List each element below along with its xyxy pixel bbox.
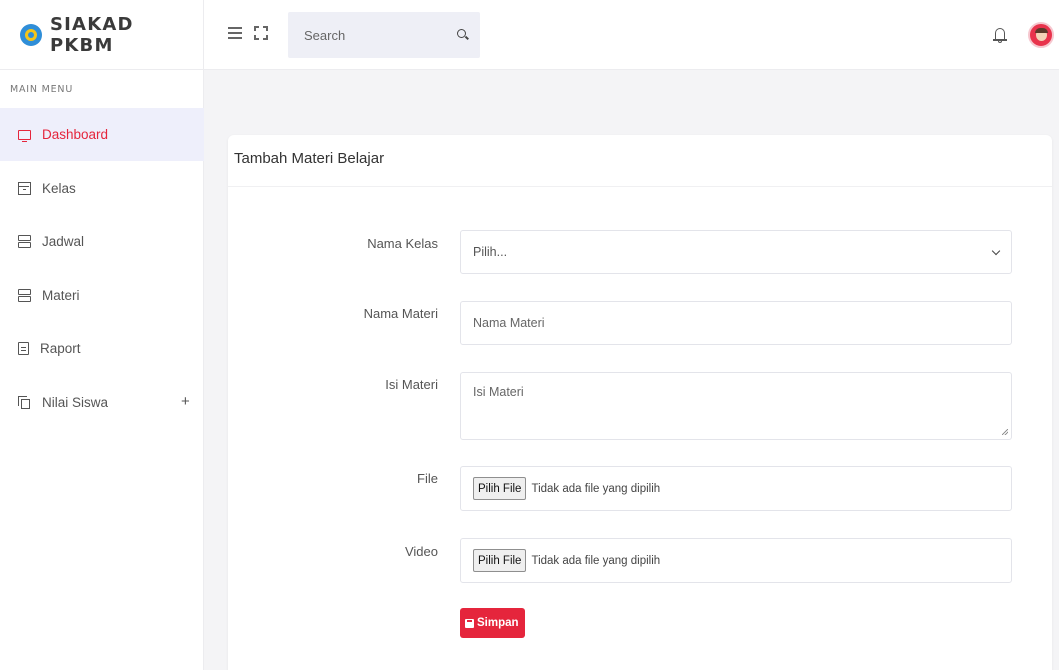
file-status: Tidak ada file yang dipilih — [531, 482, 661, 495]
nama-kelas-select[interactable]: Pilih... — [460, 230, 1012, 274]
sidebar-item-nilai-siswa[interactable]: Nilai Siswa + — [0, 376, 204, 429]
expand-icon[interactable]: + — [181, 393, 190, 410]
menu-caption: MAIN MENU — [10, 84, 74, 95]
sidebar-item-label: Materi — [42, 288, 80, 303]
nama-materi-field — [460, 301, 1012, 345]
search-icon[interactable] — [457, 29, 466, 38]
brand[interactable]: SIAKAD PKBM — [0, 0, 204, 70]
nama-kelas-label: Nama Kelas — [367, 236, 438, 251]
avatar[interactable] — [1028, 22, 1054, 48]
card-header: Tambah Materi Belajar — [228, 135, 1052, 187]
sidebar-item-label: Nilai Siswa — [42, 395, 109, 410]
sidebar-item-jadwal[interactable]: Jadwal — [0, 215, 204, 268]
nama-materi-label: Nama Materi — [363, 306, 438, 321]
archive-icon — [18, 182, 31, 195]
sidebar-item-label: Dashboard — [42, 127, 109, 142]
server-icon — [18, 235, 31, 248]
server-icon — [18, 289, 31, 302]
isi-materi-textarea[interactable] — [473, 385, 1011, 439]
file-input: Pilih File Tidak ada file yang dipilih — [460, 466, 1012, 511]
save-icon — [465, 618, 474, 628]
sidebar-item-raport[interactable]: Raport — [0, 322, 204, 375]
menu-icon[interactable] — [228, 27, 242, 39]
video-choose-button[interactable]: Pilih File — [473, 549, 527, 572]
isi-materi-field — [460, 372, 1012, 440]
sidebar-item-materi[interactable]: Materi — [0, 269, 204, 322]
copy-icon — [18, 396, 31, 409]
logo-icon — [20, 24, 42, 46]
search-input[interactable] — [288, 12, 448, 58]
brand-name: SIAKAD PKBM — [50, 14, 134, 56]
sidebar-item-label: Kelas — [42, 181, 76, 196]
sidebar-item-dashboard[interactable]: Dashboard — [0, 108, 204, 161]
monitor-icon — [18, 129, 31, 142]
video-status: Tidak ada file yang dipilih — [531, 554, 661, 567]
sidebar-item-label: Jadwal — [42, 234, 85, 249]
page-title: Tambah Materi Belajar — [234, 150, 385, 167]
nama-kelas-selected: Pilih... — [473, 245, 508, 259]
sidebar-item-kelas[interactable]: Kelas — [0, 162, 204, 215]
isi-materi-label: Isi Materi — [385, 377, 438, 392]
video-label: Video — [404, 544, 438, 559]
save-label: Simpan — [477, 617, 519, 629]
bell-icon[interactable] — [993, 26, 1007, 46]
top-header: SIAKAD PKBM — [0, 0, 1059, 70]
sidebar-item-label: Raport — [40, 341, 81, 356]
fullscreen-icon[interactable] — [254, 26, 268, 40]
form-card: Tambah Materi Belajar Nama Kelas Pilih..… — [228, 135, 1052, 670]
file-choose-button[interactable]: Pilih File — [473, 477, 527, 500]
save-button[interactable]: Simpan — [460, 608, 525, 638]
chevron-down-icon — [991, 246, 1001, 256]
video-input: Pilih File Tidak ada file yang dipilih — [460, 538, 1012, 583]
resize-handle[interactable] — [1002, 429, 1008, 435]
file-label: File — [417, 471, 438, 486]
file-text-icon — [18, 342, 29, 355]
nama-materi-input[interactable] — [473, 302, 1011, 344]
search-box — [288, 12, 480, 58]
sidebar: MAIN MENU Dashboard Kelas Jadwal Materi … — [0, 70, 204, 670]
